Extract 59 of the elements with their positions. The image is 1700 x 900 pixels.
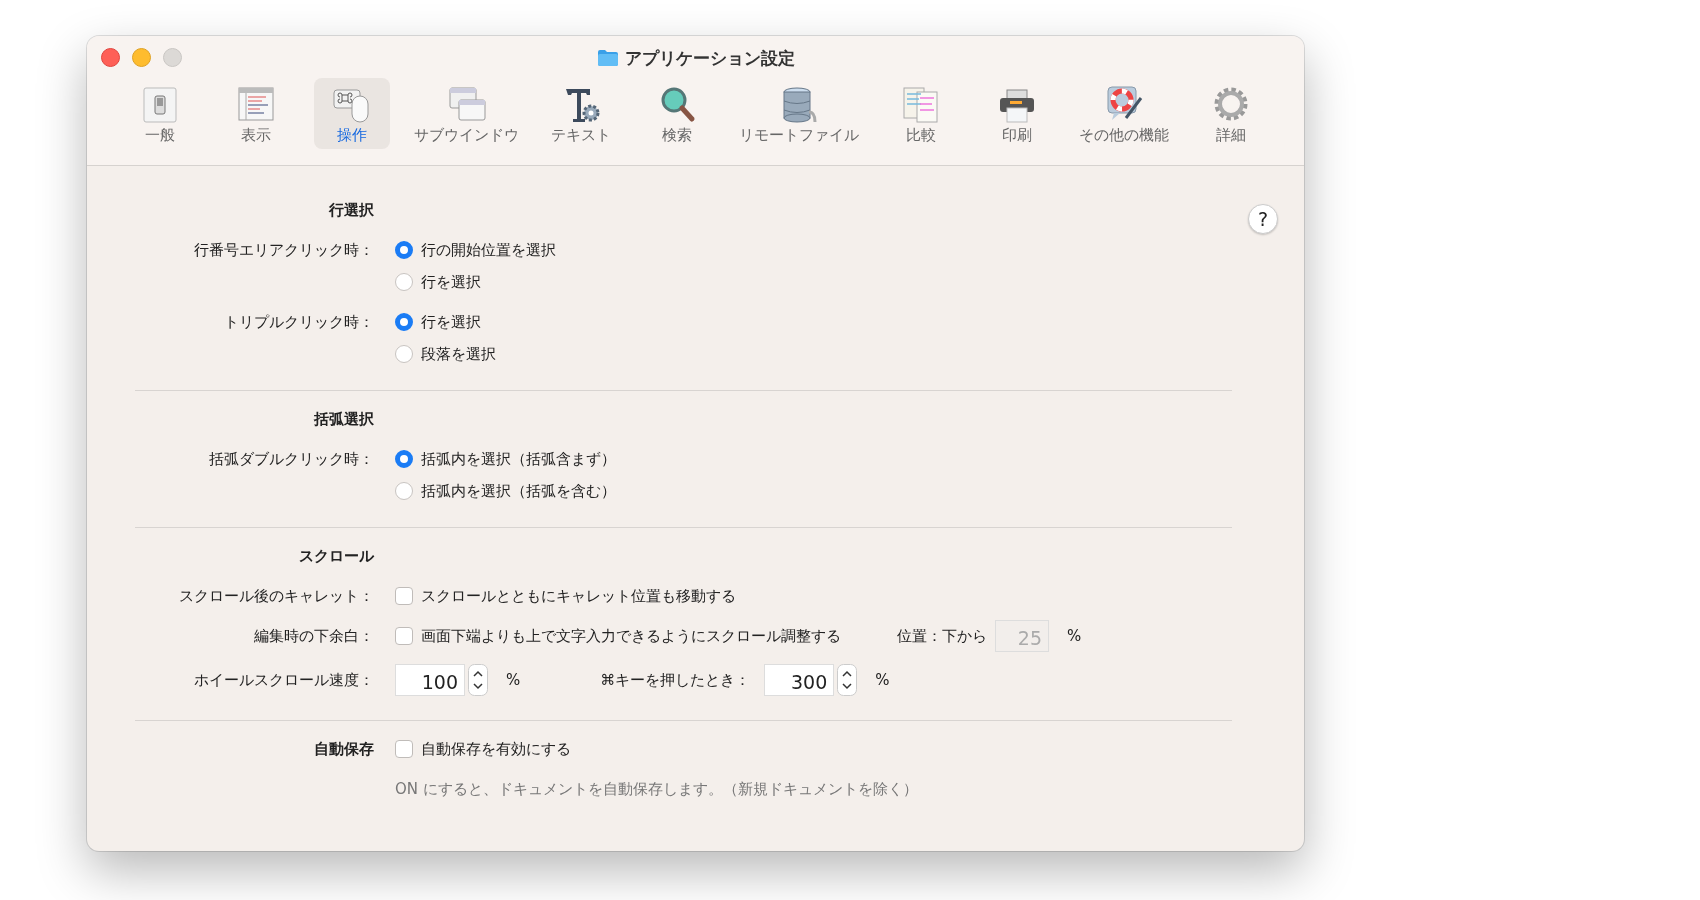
radio-label: 行を選択 xyxy=(421,272,481,292)
spreadsheet-icon xyxy=(236,84,276,124)
folder-icon xyxy=(596,49,619,67)
zoom-button[interactable] xyxy=(163,48,182,67)
field-label: ⌘キーを押したとき： xyxy=(600,670,751,690)
unit-label: % xyxy=(506,671,521,689)
documents-icon xyxy=(901,84,941,124)
radio-button[interactable] xyxy=(395,482,413,500)
minimize-button[interactable] xyxy=(132,48,151,67)
radio-button[interactable] xyxy=(395,241,413,259)
toolbar-tab[interactable]: その他の機能 xyxy=(1075,78,1173,149)
field-label: 括弧ダブルクリック時： xyxy=(209,450,374,468)
radio-label: 行の開始位置を選択 xyxy=(421,240,556,260)
radio-button[interactable] xyxy=(395,345,413,363)
radio-button[interactable] xyxy=(395,450,413,468)
toolbar-tab[interactable]: サブウインドウ xyxy=(410,78,523,149)
help-button[interactable]: ? xyxy=(1248,204,1278,234)
field-label: 位置：下から xyxy=(897,626,987,646)
toolbar-tab[interactable]: テキスト xyxy=(543,78,619,149)
checkbox-label: 自動保存を有効にする xyxy=(421,739,571,759)
unit-label: % xyxy=(1067,627,1082,645)
field-label: トリプルクリック時： xyxy=(224,313,374,331)
section-title: 括弧選択 xyxy=(314,410,374,428)
radio-button[interactable] xyxy=(395,273,413,291)
number-field[interactable]: 300 xyxy=(764,664,835,696)
windows-icon xyxy=(446,84,487,124)
toolbar-tab[interactable]: 詳細 xyxy=(1193,78,1269,149)
toolbar-tab[interactable]: 表示 xyxy=(218,78,294,149)
field-label: 編集時の下余白： xyxy=(254,627,374,645)
radio-label: 括弧内を選択（括弧含まず） xyxy=(421,449,616,469)
toolbar-tab[interactable]: 一般 xyxy=(122,78,198,149)
switch-icon xyxy=(140,84,180,124)
window-title: アプリケーション設定 xyxy=(624,46,795,70)
number-field[interactable]: 100 xyxy=(395,664,465,696)
field-label: スクロール後のキャレット： xyxy=(179,587,374,605)
field-label: 行番号エリアクリック時： xyxy=(194,241,374,259)
toolbar-tab[interactable]: リモートファイル xyxy=(735,78,863,149)
checkbox[interactable] xyxy=(395,740,413,758)
stepper[interactable] xyxy=(837,664,858,696)
stepper[interactable] xyxy=(468,664,488,696)
checkbox-label: スクロールとともにキャレット位置も移動する xyxy=(421,586,736,606)
help-text: ON にすると、ドキュメントを自動保存します。（新規ドキュメントを除く） xyxy=(395,779,918,799)
toolbar-tab[interactable]: 検索 xyxy=(639,78,715,149)
toolbar-tab[interactable]: 印刷 xyxy=(979,78,1055,149)
checkbox[interactable] xyxy=(395,587,413,605)
checkbox[interactable] xyxy=(395,627,413,645)
toolbar-tab[interactable]: 比較 xyxy=(883,78,959,149)
radio-label: 行を選択 xyxy=(421,312,481,332)
close-button[interactable] xyxy=(101,48,120,67)
section-title: 行選択 xyxy=(329,201,374,219)
section-title: 自動保存 xyxy=(314,740,374,758)
unit-label: % xyxy=(875,671,890,689)
field-label: ホイールスクロール速度： xyxy=(194,671,374,689)
radio-label: 段落を選択 xyxy=(421,344,496,364)
radio-button[interactable] xyxy=(395,313,413,331)
radio-label: 括弧内を選択（括弧を含む） xyxy=(421,481,616,501)
section-title: スクロール xyxy=(299,547,374,565)
checkbox-label: 画面下端よりも上で文字入力できるようにスクロール調整する xyxy=(421,626,841,646)
toolbar-tab[interactable]: 操作 xyxy=(314,78,390,149)
